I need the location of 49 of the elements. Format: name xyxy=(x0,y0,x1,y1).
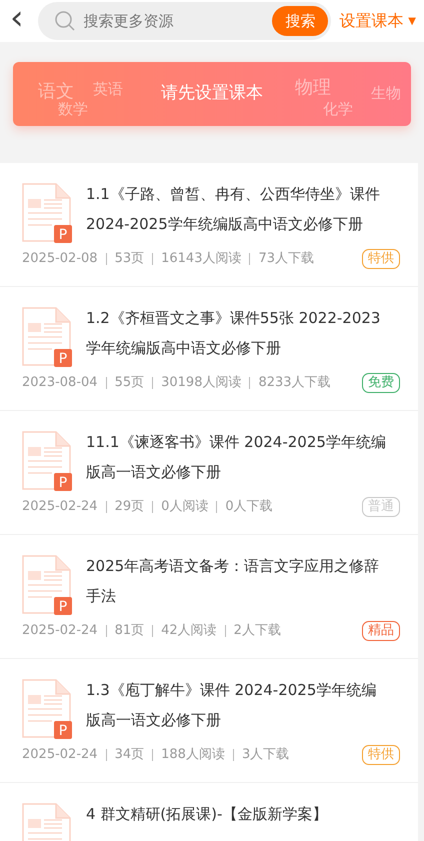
subject-label: 语文 xyxy=(38,80,74,102)
search-icon xyxy=(54,10,76,32)
resource-item[interactable]: P 1.3《庖丁解牛》课件 2024-2025学年统编版高一语文必修下册 2025-02-24 34页 188人阅读 3人下载 特供 xyxy=(0,659,418,783)
tag-label: 精品 xyxy=(362,621,400,641)
read-count: 30198人阅读 xyxy=(161,374,242,392)
resource-title: 1.3《庖丁解牛》课件 2024-2025学年统编版高一语文必修下册 xyxy=(86,680,378,731)
resource-title: 1.1《子路、曾皙、冉有、公西华侍坐》课件2024-2025学年统编版高中语文必修下册 xyxy=(86,184,381,235)
banner-title: 请先设置课本 xyxy=(161,82,263,106)
page-count: 53页 xyxy=(114,250,144,268)
tag-label: 特供 xyxy=(362,745,400,765)
subject-label: 英语 xyxy=(93,79,123,100)
resource-title: 11.1《谏逐客书》课件 2024-2025学年统编版高一语文必修下册 xyxy=(86,432,387,483)
download-count: 2人下载 xyxy=(234,622,281,640)
ppt-file-icon: P xyxy=(22,183,72,243)
page-count: 29页 xyxy=(114,498,144,516)
subject-label: 化学 xyxy=(323,99,353,120)
page-count: 81页 xyxy=(114,622,144,640)
download-count: 3人下载 xyxy=(242,746,290,764)
read-count: 0人阅读 xyxy=(161,498,208,516)
download-count: 0人下载 xyxy=(225,498,273,516)
date-text: 2025-02-24 xyxy=(22,622,98,640)
resource-title: 1.2《齐桓晋文之事》课件55张 2022-2023学年统编版高中语文必修下册 xyxy=(86,308,382,359)
read-count: 16143人阅读 xyxy=(161,250,242,268)
subject-label: 生物 xyxy=(371,83,401,104)
read-count: 42人阅读 xyxy=(161,622,217,640)
subject-label: 数学 xyxy=(58,100,88,120)
tag-label: 免费 xyxy=(362,373,400,393)
date-text: 2025-02-08 xyxy=(22,250,98,268)
date-text: 2025-02-24 xyxy=(22,746,98,764)
download-count: 8233人下载 xyxy=(258,374,331,392)
resource-item[interactable]: 4 群文精研(拓展课)-【金版新学案】 xyxy=(0,783,418,841)
ppt-file-icon: P xyxy=(22,555,72,615)
ppt-file-icon: P xyxy=(22,431,72,491)
download-count: 73人下载 xyxy=(258,250,314,268)
ppt-file-icon: P xyxy=(22,679,72,739)
page-count: 55页 xyxy=(114,374,144,392)
resource-title: 2025年高考语文备考：语言文字应用之修辞手法 xyxy=(86,556,380,607)
back-button[interactable]: ‹ xyxy=(10,1,30,41)
read-count: 188人阅读 xyxy=(161,746,225,764)
resource-item[interactable]: P 1.1《子路、曾皙、冉有、公西华侍坐》课件2024-2025学年统编版高中语文必修下册 2025-02-08 53页 16143人阅读 73人下载 特供 xyxy=(0,163,418,287)
resource-item[interactable]: P 1.2《齐桓晋文之事》课件55张 2022-2023学年统编版高中语文必修下册 2023-08-04 55页 30198人阅读 8233人下载 免费 xyxy=(0,287,418,411)
ppt-file-icon: P xyxy=(22,307,72,367)
subject-label: 物理 xyxy=(295,76,331,100)
date-text: 2025-02-24 xyxy=(22,498,98,516)
resource-item[interactable]: P 2025年高考语文备考：语言文字应用之修辞手法 2025-02-24 81页 42人阅读 2人下载 精品 xyxy=(0,535,418,659)
resource-title: 4 群文精研(拓展课)-【金版新学案】 xyxy=(86,804,328,825)
page-count: 34页 xyxy=(114,746,144,764)
date-text: 2023-08-04 xyxy=(22,374,98,392)
tag-label: 特供 xyxy=(362,249,400,269)
